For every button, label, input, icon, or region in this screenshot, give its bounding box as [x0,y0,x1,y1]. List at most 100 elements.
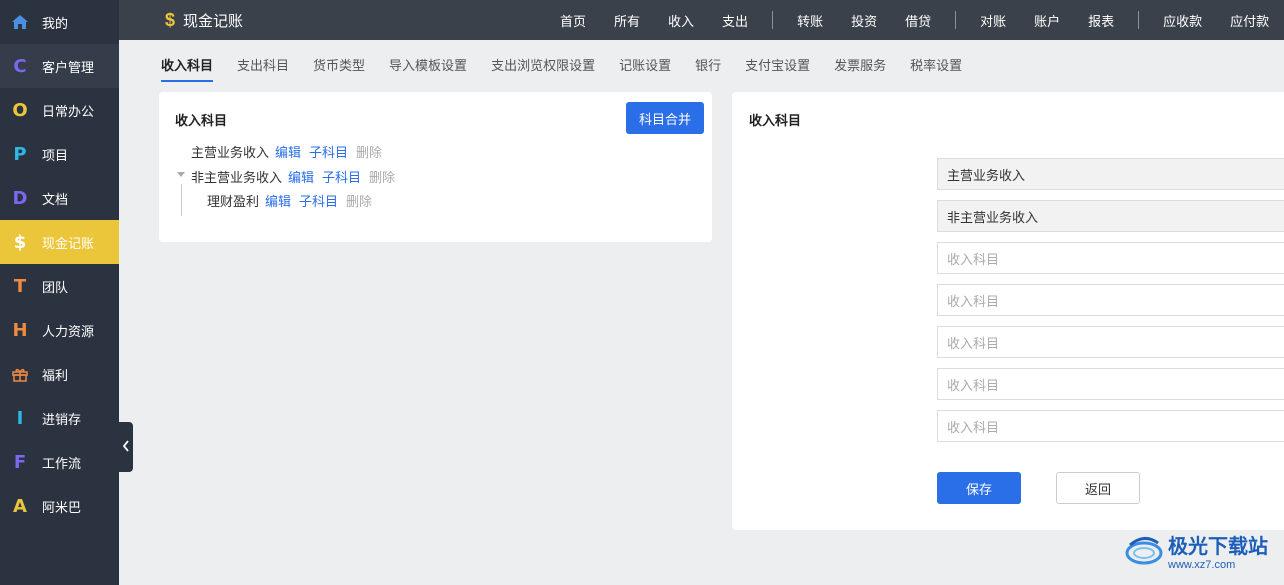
tab-invoice-service[interactable]: 发票服务 [834,55,886,82]
caret-down-icon[interactable] [177,172,185,177]
sidebar-item-label: 福利 [42,367,69,383]
sidebar-item-label: 人力资源 [42,323,95,339]
sidebar-item-hr[interactable]: H 人力资源 [0,308,119,352]
edit-link[interactable]: 编辑 [275,142,301,161]
nav-divider [955,11,957,29]
letter-p-icon: P [13,143,27,165]
letter-t-icon: T [13,275,27,297]
tree-node-name[interactable]: 非主营业务收入 [191,167,282,186]
tab-currency-types[interactable]: 货币类型 [313,55,365,82]
panel-title: 收入科目 [749,113,802,128]
delete-link[interactable]: 删除 [346,191,372,210]
subject-field[interactable]: 非主营业务收入 [937,200,1284,232]
subject-field[interactable]: 收入科目 [937,284,1284,316]
add-child-link[interactable]: 子科目 [309,142,348,161]
sidebar-item-workflow[interactable]: F 工作流 [0,440,119,484]
letter-i-icon: I [16,407,24,429]
sidebar-item-label: 进销存 [42,411,82,427]
tree-node: 非主营业务收入 编辑 子科目 删除 [191,167,395,186]
edit-link[interactable]: 编辑 [265,191,291,210]
settings-tabs: 收入科目 支出科目 货币类型 导入模板设置 支出浏览权限设置 记账设置 银行 支… [161,55,986,82]
subject-field[interactable]: 主营业务收入 [937,158,1284,190]
nav-reconcile[interactable]: 对账 [966,11,1020,30]
sidebar-item-label: 文档 [42,191,69,207]
nav-divider [772,11,774,29]
sidebar-item-customer[interactable]: C 客户管理 [0,44,119,88]
sidebar-item-label: 团队 [42,279,69,295]
tree-connector [181,184,182,216]
nav-transfer[interactable]: 转账 [783,11,837,30]
nav-income[interactable]: 收入 [654,11,708,30]
sidebar-item-label: 客户管理 [42,59,95,75]
watermark-text: 极光下载站 www.xz7.com [1168,530,1268,571]
letter-h-icon: H [12,319,28,341]
subject-field[interactable]: 收入科目 [937,368,1284,400]
panel-title: 收入科目 [175,113,228,128]
dollar-icon: $ [13,231,27,253]
income-subject-tree-panel: 收入科目 科目合并 主营业务收入 编辑 子科目 删除 非主营业务收入 编辑 子科… [159,92,712,242]
letter-a-icon: A [13,495,27,517]
nav-payables[interactable]: 应付款 [1216,11,1283,30]
tree-node: 主营业务收入 编辑 子科目 删除 [191,142,382,161]
sidebar-item-team[interactable]: T 团队 [0,264,119,308]
subject-field[interactable]: 收入科目 [937,326,1284,358]
subject-field[interactable]: 收入科目 [937,242,1284,274]
sidebar-item-mine[interactable]: 我的 [0,0,119,44]
nav-expense[interactable]: 支出 [708,11,762,30]
nav-divider [1138,11,1140,29]
tab-expense-view-permission[interactable]: 支出浏览权限设置 [491,55,595,82]
sidebar-item-label: 工作流 [42,455,82,471]
nav-home[interactable]: 首页 [546,11,600,30]
sidebar-item-document[interactable]: D 文档 [0,176,119,220]
tab-tax-rate-settings[interactable]: 税率设置 [910,55,962,82]
tree-node-name[interactable]: 主营业务收入 [191,142,269,161]
nav-loan[interactable]: 借贷 [891,11,945,30]
letter-o-icon: O [12,99,28,121]
edit-link[interactable]: 编辑 [288,167,314,186]
nav-accounts[interactable]: 账户 [1020,11,1074,30]
tab-income-subjects[interactable]: 收入科目 [161,55,214,82]
tab-alipay-settings[interactable]: 支付宝设置 [745,55,810,82]
nav-receivables[interactable]: 应收款 [1149,11,1216,30]
back-button[interactable]: 返回 [1056,472,1140,504]
site-watermark: 极光下载站 www.xz7.com [1124,530,1268,571]
sidebar-item-inventory[interactable]: I 进销存 [0,396,119,440]
add-child-link[interactable]: 子科目 [322,167,361,186]
save-button[interactable]: 保存 [937,472,1021,504]
delete-link[interactable]: 删除 [369,167,395,186]
sidebar-item-label: 现金记账 [42,235,95,251]
sidebar-collapse-button[interactable] [119,422,133,472]
income-subject-form-panel: 收入科目 主营业务收入 非主营业务收入 收入科目 收入科目 收入科目 收入科目 … [732,92,1284,530]
sidebar-item-office[interactable]: O 日常办公 [0,88,119,132]
top-nav: 首页 所有 收入 支出 转账 投资 借贷 对账 账户 报表 应收款 应付款 [546,0,1283,40]
letter-c-icon: C [13,55,27,77]
nav-all[interactable]: 所有 [600,11,654,30]
tree-node-name[interactable]: 理财盈利 [207,191,259,210]
letter-d-icon: D [12,187,28,209]
app-title-text: 现金记账 [183,12,244,30]
nav-reports[interactable]: 报表 [1074,11,1128,30]
watermark-name: 极光下载站 [1168,534,1268,558]
home-icon [10,12,30,32]
merge-subjects-button[interactable]: 科目合并 [626,102,704,134]
sidebar-item-label: 阿米巴 [42,499,82,515]
subject-field[interactable]: 收入科目 [937,410,1284,442]
watermark-url: www.xz7.com [1168,559,1236,571]
sidebar-item-welfare[interactable]: 福利 [0,352,119,396]
sidebar-item-amoeba[interactable]: A 阿米巴 [0,484,119,528]
tree-node: 理财盈利 编辑 子科目 删除 [207,191,372,210]
app-title: $ 现金记账 [165,10,243,31]
add-child-link[interactable]: 子科目 [299,191,338,210]
letter-f-icon: F [13,451,27,473]
top-header: $ 现金记账 首页 所有 收入 支出 转账 投资 借贷 对账 账户 报表 应收款… [119,0,1284,40]
tab-import-template[interactable]: 导入模板设置 [389,55,467,82]
sidebar: 我的 C 客户管理 O 日常办公 P 项目 D 文档 $ 现金记账 T 团队 H… [0,0,119,585]
sidebar-item-cash-accounting[interactable]: $ 现金记账 [0,220,119,264]
delete-link[interactable]: 删除 [356,142,382,161]
tab-accounting-settings[interactable]: 记账设置 [619,55,671,82]
chevron-left-icon [122,439,130,455]
tab-expense-subjects[interactable]: 支出科目 [237,55,289,82]
tab-bank[interactable]: 银行 [695,55,721,82]
nav-investment[interactable]: 投资 [837,11,891,30]
sidebar-item-project[interactable]: P 项目 [0,132,119,176]
